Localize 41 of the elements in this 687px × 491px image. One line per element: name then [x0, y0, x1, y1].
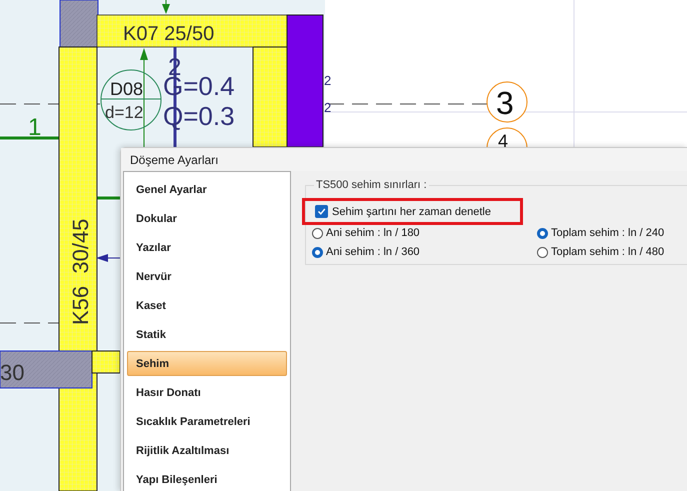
radio-button[interactable]: [537, 228, 548, 238]
radio-label: Ani sehim : ln / 180: [326, 227, 420, 239]
beam-label: K07 25/50: [123, 23, 214, 45]
window-title: Döşeme Ayarları: [130, 152, 218, 166]
axis-number: 4: [498, 131, 508, 151]
slab-thickness: d=12: [105, 103, 144, 122]
radio-button[interactable]: [537, 246, 548, 258]
category-item[interactable]: Rijitlik Azaltılması: [127, 438, 287, 463]
category-item[interactable]: Sehim: [127, 351, 287, 376]
axis-bubble: [486, 82, 528, 122]
category-item[interactable]: Sıcaklık Parametreleri: [127, 409, 287, 434]
load-arrow: [162, 0, 170, 14]
category-item[interactable]: Nervür: [127, 264, 287, 289]
radio-label: Toplam sehim : ln / 480: [551, 246, 664, 258]
category-item[interactable]: Kaset: [127, 293, 287, 318]
radio-button[interactable]: [312, 228, 323, 238]
group-title: TS500 sehim sınırları :: [314, 179, 429, 191]
category-item[interactable]: Yapı Bileşenleri: [127, 467, 287, 491]
radio-button[interactable]: [312, 246, 323, 258]
checkbox-label: Sehim şartını her zaman denetle: [332, 206, 491, 218]
load-arrow: [96, 254, 120, 262]
radio-label: Toplam sehim : ln / 240: [551, 227, 664, 239]
axis-label: 1: [28, 114, 42, 141]
checkbox[interactable]: [315, 205, 328, 218]
dimension-mark: 2: [324, 100, 332, 115]
axis-number: 3: [496, 85, 514, 121]
radio-label: Ani sehim : ln / 360: [326, 246, 420, 258]
slab-name: D08: [110, 79, 144, 99]
column-label: K56 30/45: [68, 218, 93, 325]
category-item[interactable]: Genel Ayarlar: [127, 177, 287, 202]
beam-label: 30: [0, 360, 24, 385]
dimension-mark: 2: [324, 73, 332, 88]
category-item[interactable]: Dokular: [127, 206, 287, 231]
slab-tag-circle: [100, 70, 162, 130]
category-item[interactable]: Yazılar: [127, 235, 287, 260]
concrete-column: [60, 0, 98, 48]
grid-line: [0, 136, 60, 140]
category-item[interactable]: Hasır Donatı: [127, 380, 287, 405]
category-item[interactable]: Statik: [127, 322, 287, 347]
grid-line: [96, 196, 120, 200]
check-icon: [317, 207, 326, 216]
